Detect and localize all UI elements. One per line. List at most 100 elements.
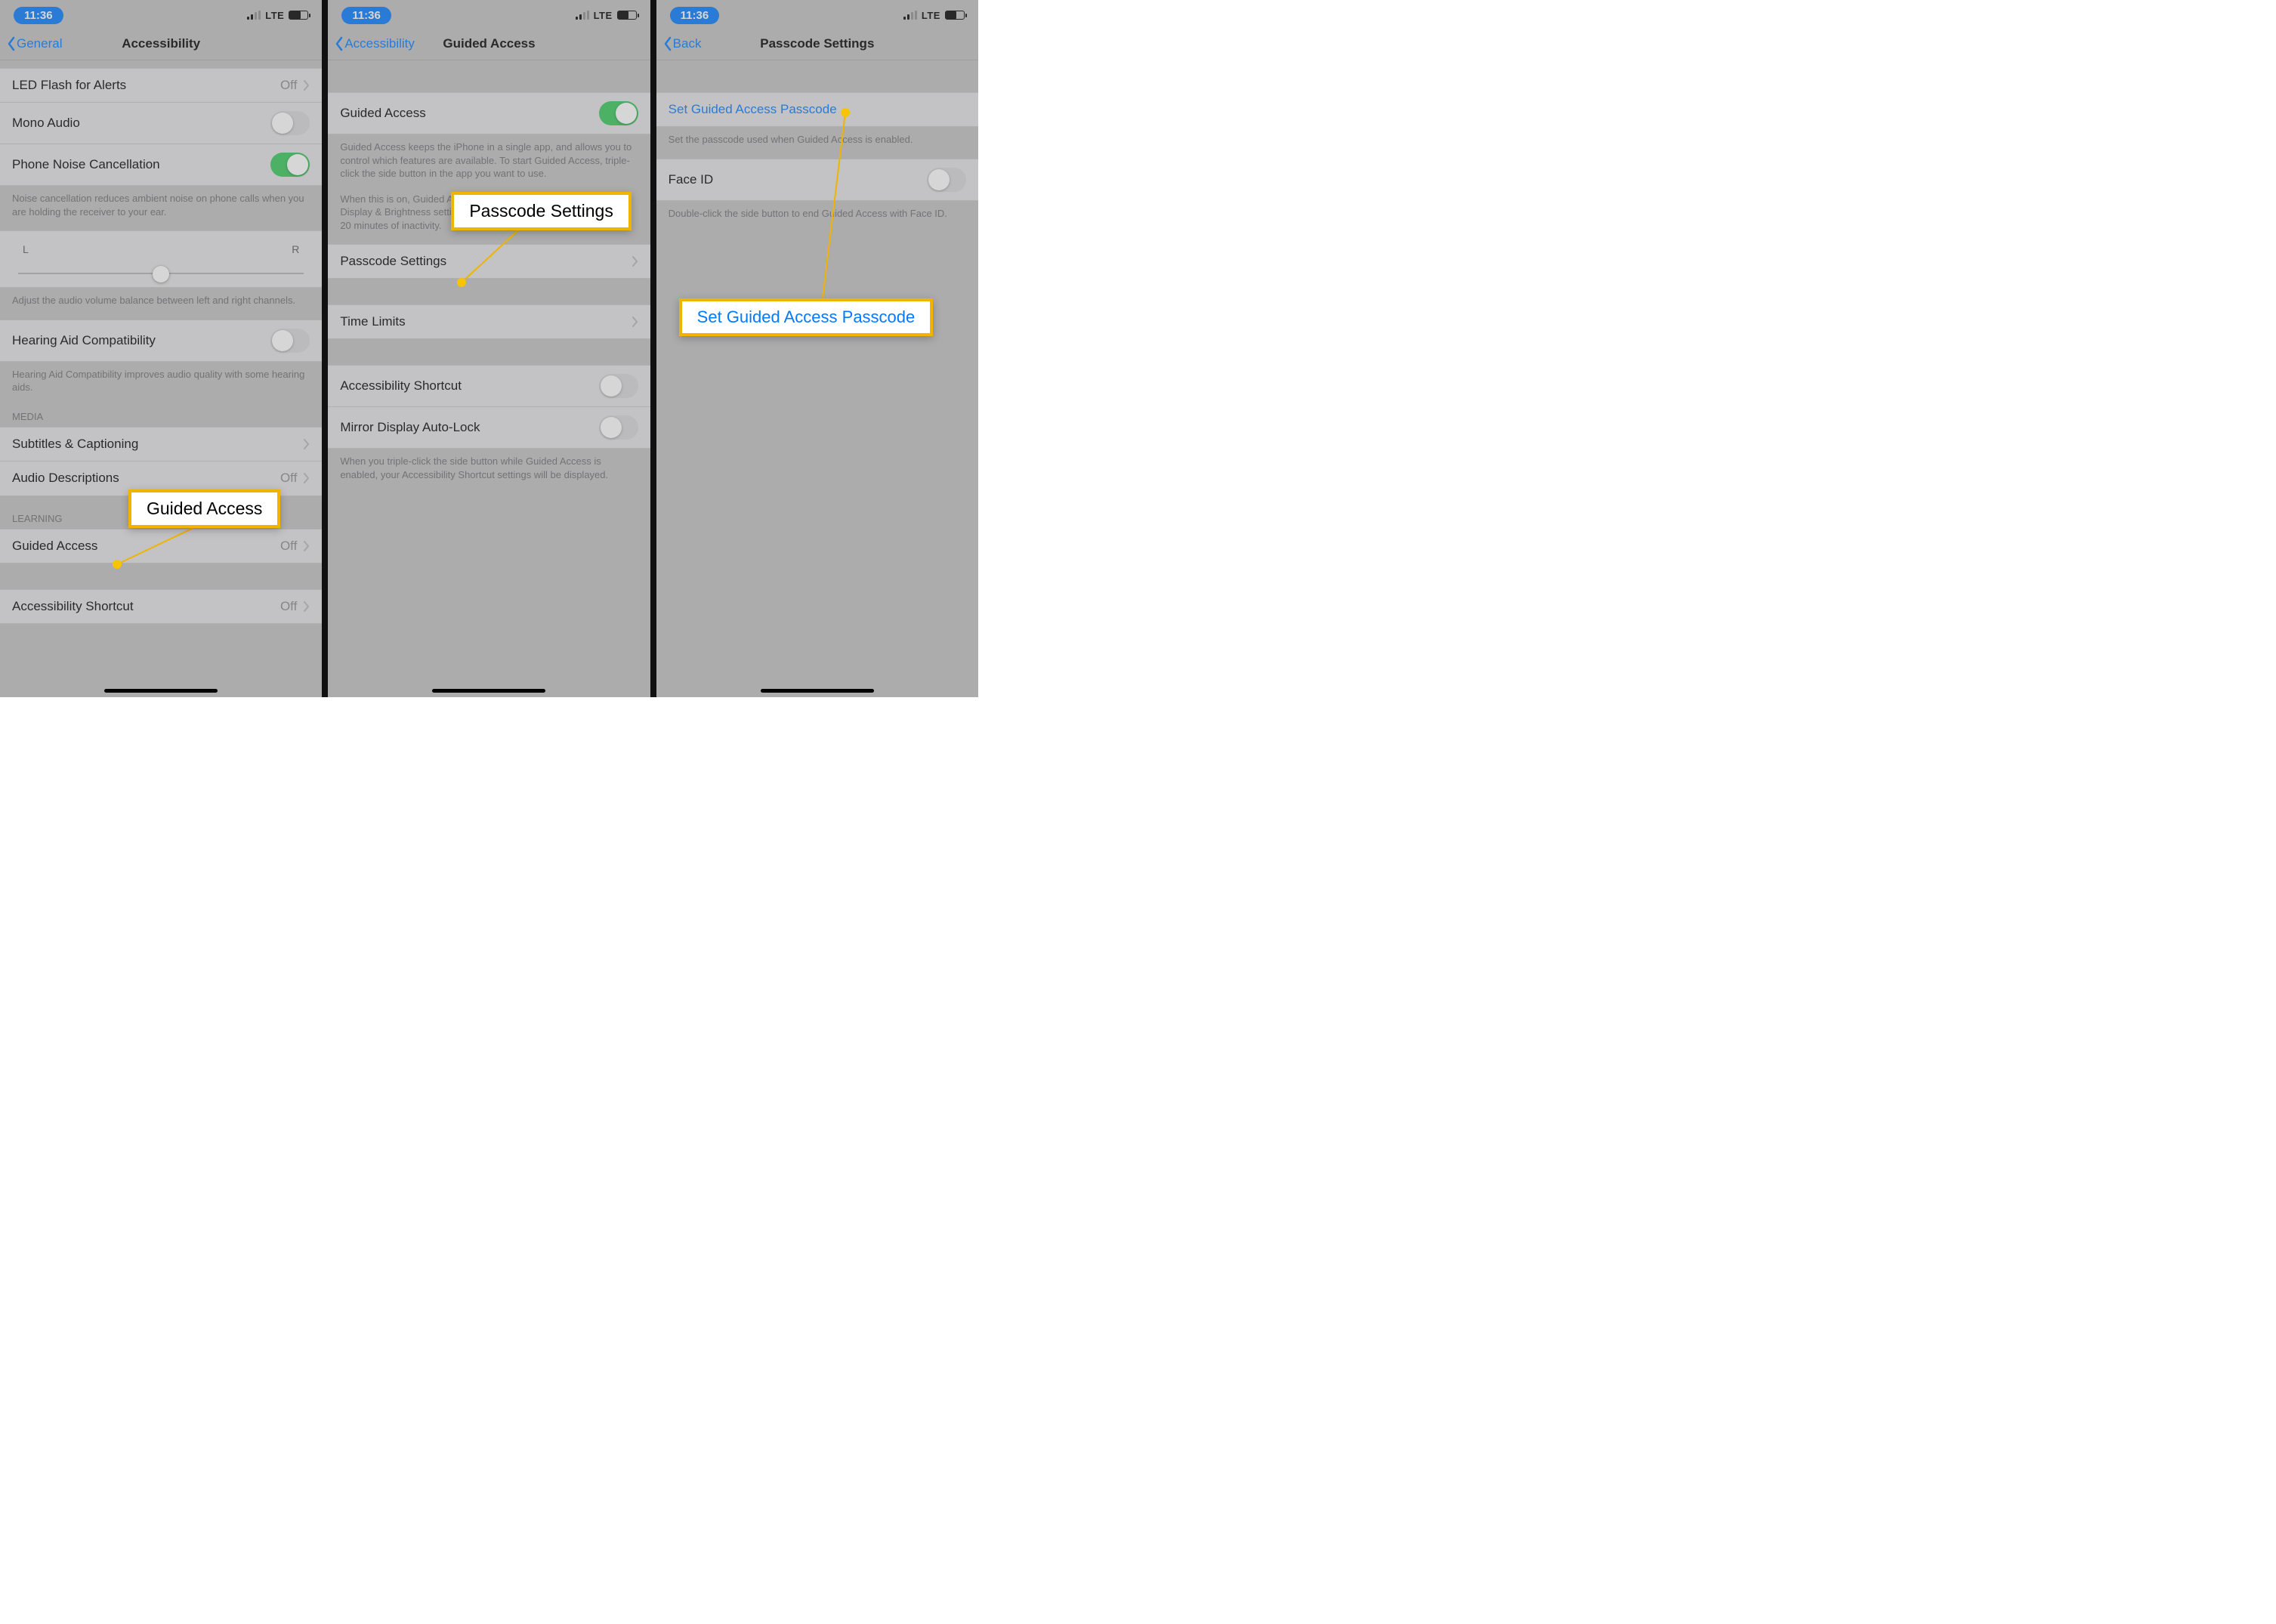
status-bar: 11:36 LTE (328, 0, 650, 27)
home-indicator[interactable] (104, 689, 218, 693)
chevron-right-icon (303, 439, 310, 449)
toggle-on[interactable] (599, 101, 638, 125)
nav-bar: General Accessibility (0, 27, 322, 60)
status-right: LTE (247, 10, 308, 21)
chevron-right-icon (303, 80, 310, 91)
row-label: Audio Descriptions (12, 471, 119, 486)
chevron-right-icon (303, 473, 310, 483)
row-label: LED Flash for Alerts (12, 78, 126, 93)
row-subtitles[interactable]: Subtitles & Captioning (0, 427, 322, 462)
screen-divider (650, 0, 656, 697)
row-guided-access[interactable]: Guided Access Off (0, 529, 322, 563)
row-footer: Hearing Aid Compatibility improves audio… (0, 362, 322, 406)
network-label: LTE (594, 10, 613, 21)
row-mirror-auto-lock[interactable]: Mirror Display Auto-Lock (328, 407, 650, 449)
status-time-pill[interactable]: 11:36 (341, 7, 391, 24)
screen-accessibility: 11:36 LTE General Accessibility LED Flas… (0, 0, 322, 697)
toggle-off[interactable] (599, 374, 638, 398)
row-value: Off (280, 539, 297, 554)
status-right: LTE (576, 10, 637, 21)
signal-icon (576, 11, 589, 20)
row-value: Off (280, 471, 297, 486)
row-footer: Adjust the audio volume balance between … (0, 288, 322, 320)
row-label: Subtitles & Captioning (12, 437, 138, 452)
row-guided-access-toggle[interactable]: Guided Access (328, 92, 650, 134)
row-accessibility-shortcut[interactable]: Accessibility Shortcut Off (0, 589, 322, 624)
network-label: LTE (922, 10, 940, 21)
status-time-pill[interactable]: 11:36 (670, 7, 720, 24)
row-led-flash[interactable]: LED Flash for Alerts Off (0, 68, 322, 103)
row-face-id[interactable]: Face ID (656, 159, 978, 201)
chevron-left-icon (662, 36, 673, 51)
back-button[interactable]: General (6, 36, 62, 51)
callout-guided-access: Guided Access (128, 489, 280, 528)
toggle-off[interactable] (270, 329, 310, 353)
row-label: Set Guided Access Passcode (669, 102, 837, 117)
row-footer: Double-click the side button to end Guid… (656, 201, 978, 233)
chevron-left-icon (334, 36, 344, 51)
home-indicator[interactable] (761, 689, 874, 693)
row-footer: Noise cancellation reduces ambient noise… (0, 186, 322, 230)
row-label: Guided Access (340, 106, 425, 121)
nav-title: Passcode Settings (760, 36, 874, 51)
back-label: Back (673, 36, 702, 51)
row-time-limits[interactable]: Time Limits (328, 304, 650, 339)
status-bar: 11:36 LTE (656, 0, 978, 27)
slider-left-label: L (23, 243, 29, 255)
signal-icon (903, 11, 917, 20)
row-noise-cancellation[interactable]: Phone Noise Cancellation (0, 144, 322, 186)
back-button[interactable]: Back (662, 36, 702, 51)
toggle-off[interactable] (599, 415, 638, 440)
nav-title: Accessibility (122, 36, 200, 51)
settings-list[interactable]: Set Guided Access Passcode Set the passc… (656, 60, 978, 697)
chevron-left-icon (6, 36, 17, 51)
signal-icon (247, 11, 261, 20)
battery-icon (945, 11, 965, 20)
balance-slider[interactable] (18, 266, 304, 281)
row-accessibility-shortcut[interactable]: Accessibility Shortcut (328, 365, 650, 407)
screen-passcode-settings: 11:36 LTE Back Passcode Settings Set Gui… (656, 0, 978, 697)
home-indicator[interactable] (432, 689, 545, 693)
screen-guided-access: 11:36 LTE Accessibility Guided Access Gu… (328, 0, 650, 697)
row-hearing-aid[interactable]: Hearing Aid Compatibility (0, 320, 322, 362)
back-label: Accessibility (344, 36, 415, 51)
battery-icon (289, 11, 308, 20)
callout-dot (841, 108, 850, 117)
row-label: Mirror Display Auto-Lock (340, 420, 480, 435)
row-mono-audio[interactable]: Mono Audio (0, 103, 322, 144)
status-time-pill[interactable]: 11:36 (14, 7, 63, 24)
nav-title: Guided Access (443, 36, 535, 51)
chevron-right-icon (303, 541, 310, 551)
callout-dot (113, 560, 122, 569)
slider-right-label: R (292, 243, 299, 255)
nav-bar: Back Passcode Settings (656, 27, 978, 60)
nav-bar: Accessibility Guided Access (328, 27, 650, 60)
network-label: LTE (265, 10, 284, 21)
section-header-media: MEDIA (0, 406, 322, 427)
settings-list[interactable]: Guided Access Guided Access keeps the iP… (328, 60, 650, 697)
row-passcode-settings[interactable]: Passcode Settings (328, 244, 650, 279)
battery-icon (617, 11, 637, 20)
toggle-off[interactable] (927, 168, 966, 192)
settings-list[interactable]: LED Flash for Alerts Off Mono Audio Phon… (0, 60, 322, 697)
callout-passcode-settings: Passcode Settings (451, 192, 632, 230)
back-label: General (17, 36, 62, 51)
screen-divider (322, 0, 328, 697)
row-footer: Guided Access keeps the iPhone in a sing… (328, 134, 650, 193)
toggle-off[interactable] (270, 111, 310, 135)
row-footer: Set the passcode used when Guided Access… (656, 127, 978, 159)
chevron-right-icon (632, 316, 638, 327)
toggle-on[interactable] (270, 153, 310, 177)
chevron-right-icon (632, 256, 638, 267)
callout-set-passcode: Set Guided Access Passcode (679, 298, 934, 336)
status-bar: 11:36 LTE (0, 0, 322, 27)
balance-slider-cell: L R (0, 230, 322, 288)
row-label: Time Limits (340, 314, 405, 329)
chevron-right-icon (303, 601, 310, 612)
back-button[interactable]: Accessibility (334, 36, 415, 51)
row-label: Accessibility Shortcut (340, 378, 462, 394)
row-set-passcode[interactable]: Set Guided Access Passcode (656, 92, 978, 127)
row-value: Off (280, 599, 297, 614)
row-value: Off (280, 78, 297, 93)
row-footer: When you triple-click the side button wh… (328, 449, 650, 493)
